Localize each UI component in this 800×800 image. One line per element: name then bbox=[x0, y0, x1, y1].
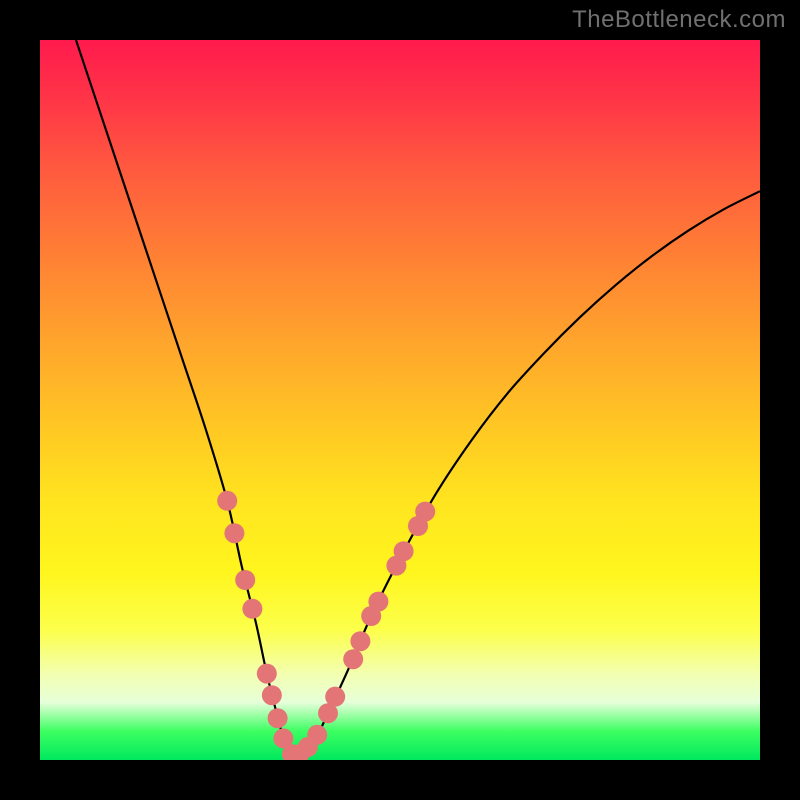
curve-marker bbox=[235, 570, 255, 590]
curve-marker bbox=[368, 592, 388, 612]
curve-marker bbox=[415, 502, 435, 522]
curve-marker bbox=[343, 649, 363, 669]
curve-markers bbox=[217, 491, 435, 760]
curve-marker bbox=[325, 687, 345, 707]
curve-marker bbox=[262, 685, 282, 705]
plot-svg bbox=[40, 40, 760, 760]
curve-marker bbox=[242, 599, 262, 619]
curve-marker bbox=[224, 523, 244, 543]
watermark-text: TheBottleneck.com bbox=[572, 6, 786, 34]
curve-marker bbox=[268, 708, 288, 728]
curve-marker bbox=[217, 491, 237, 511]
curve-marker bbox=[350, 631, 370, 651]
curve-marker bbox=[394, 541, 414, 561]
bottleneck-curve bbox=[76, 40, 760, 756]
plot-area bbox=[40, 40, 760, 760]
chart-frame: TheBottleneck.com bbox=[0, 0, 800, 800]
curve-marker bbox=[307, 725, 327, 745]
curve-marker bbox=[257, 664, 277, 684]
